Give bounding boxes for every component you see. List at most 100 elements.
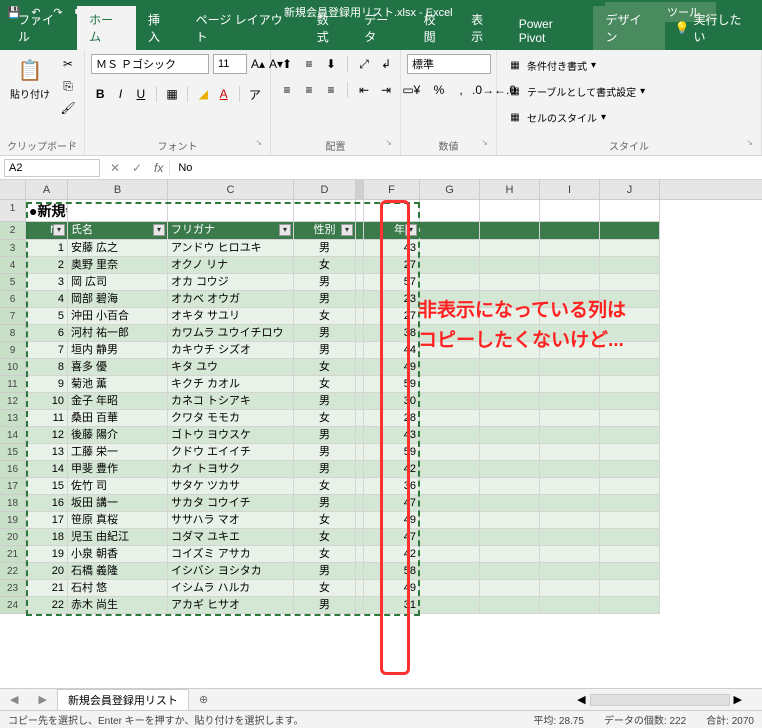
cell[interactable]: [356, 257, 364, 274]
cell[interactable]: 10: [26, 393, 68, 410]
percent-format-icon[interactable]: %: [429, 80, 449, 100]
cell[interactable]: [356, 308, 364, 325]
cell[interactable]: 甲斐 豊作: [68, 461, 168, 478]
cell[interactable]: 男: [294, 427, 356, 444]
cell[interactable]: [600, 410, 660, 427]
cell[interactable]: [600, 257, 660, 274]
cell[interactable]: 男: [294, 291, 356, 308]
cell[interactable]: [480, 512, 540, 529]
format-as-table-button[interactable]: ▦テーブルとして書式設定 ▾: [503, 80, 755, 102]
cell[interactable]: 後藤 陽介: [68, 427, 168, 444]
cell[interactable]: [480, 529, 540, 546]
cell[interactable]: [600, 478, 660, 495]
row-header[interactable]: 23: [0, 580, 26, 597]
align-middle-icon[interactable]: ≡: [299, 54, 319, 74]
cell[interactable]: [540, 444, 600, 461]
select-all-corner[interactable]: [0, 180, 26, 199]
cell[interactable]: [420, 240, 480, 257]
font-color-button[interactable]: A: [214, 84, 232, 104]
cell[interactable]: 58: [364, 563, 420, 580]
cell[interactable]: 性別▾: [294, 222, 356, 240]
cell[interactable]: 43: [364, 240, 420, 257]
cell[interactable]: [356, 325, 364, 342]
cell[interactable]: 11: [26, 410, 68, 427]
cell-styles-button[interactable]: ▦セルのスタイル ▾: [503, 106, 755, 128]
cell[interactable]: [480, 274, 540, 291]
cell[interactable]: [420, 563, 480, 580]
cell[interactable]: 22: [26, 597, 68, 614]
row-header[interactable]: 9: [0, 342, 26, 359]
cell[interactable]: カネコ トシアキ: [168, 393, 294, 410]
cell[interactable]: [540, 257, 600, 274]
cell[interactable]: 工藤 栄一: [68, 444, 168, 461]
cell[interactable]: [356, 580, 364, 597]
cell[interactable]: [356, 444, 364, 461]
cell[interactable]: [420, 325, 480, 342]
tab-powerpivot[interactable]: Power Pivot: [507, 12, 594, 50]
cell[interactable]: 女: [294, 546, 356, 563]
col-header[interactable]: G: [420, 180, 480, 199]
cell[interactable]: 男: [294, 461, 356, 478]
cell[interactable]: [420, 427, 480, 444]
cell[interactable]: 44: [364, 342, 420, 359]
row-header[interactable]: 3: [0, 240, 26, 257]
cell[interactable]: [600, 291, 660, 308]
cell[interactable]: [356, 222, 364, 240]
cell[interactable]: [600, 597, 660, 614]
col-header[interactable]: B: [68, 180, 168, 199]
cell[interactable]: フリガナ▾: [168, 222, 294, 240]
accounting-format-icon[interactable]: ¥: [407, 80, 427, 100]
cell[interactable]: [420, 512, 480, 529]
cell[interactable]: [600, 376, 660, 393]
cell[interactable]: 石村 悠: [68, 580, 168, 597]
cell[interactable]: 奥野 里奈: [68, 257, 168, 274]
col-header[interactable]: C: [168, 180, 294, 199]
cell[interactable]: 氏名▾: [68, 222, 168, 240]
bold-button[interactable]: B: [91, 84, 109, 104]
cell[interactable]: [600, 580, 660, 597]
font-name-combo[interactable]: [91, 54, 209, 74]
row-header[interactable]: 11: [0, 376, 26, 393]
sheet-nav-next-icon[interactable]: ▶: [28, 693, 56, 706]
cell[interactable]: [420, 222, 480, 240]
cell[interactable]: [420, 546, 480, 563]
cell[interactable]: 女: [294, 410, 356, 427]
cell[interactable]: [480, 359, 540, 376]
cell[interactable]: [540, 342, 600, 359]
cell[interactable]: [540, 200, 600, 222]
align-left-icon[interactable]: ≡: [277, 80, 297, 100]
cell[interactable]: 男: [294, 325, 356, 342]
format-painter-icon[interactable]: 🖌: [58, 98, 78, 118]
scroll-left-icon[interactable]: ◀: [577, 693, 585, 706]
align-center-icon[interactable]: ≡: [299, 80, 319, 100]
row-header[interactable]: 13: [0, 410, 26, 427]
cell[interactable]: [540, 546, 600, 563]
increase-indent-icon[interactable]: ⇥: [376, 80, 396, 100]
cell[interactable]: イシムラ ハルカ: [168, 580, 294, 597]
cell[interactable]: [600, 200, 660, 222]
row-header[interactable]: 17: [0, 478, 26, 495]
cell[interactable]: 沖田 小百合: [68, 308, 168, 325]
cell[interactable]: 児玉 由紀江: [68, 529, 168, 546]
cell[interactable]: 菊池 薫: [68, 376, 168, 393]
cell[interactable]: [480, 222, 540, 240]
cell[interactable]: 31: [364, 597, 420, 614]
row-header[interactable]: 10: [0, 359, 26, 376]
cell[interactable]: [600, 495, 660, 512]
cell[interactable]: [480, 546, 540, 563]
cell[interactable]: [540, 563, 600, 580]
cell[interactable]: 男: [294, 495, 356, 512]
cell[interactable]: 7: [26, 342, 68, 359]
cell[interactable]: [420, 393, 480, 410]
cell[interactable]: 喜多 優: [68, 359, 168, 376]
cell[interactable]: [356, 200, 364, 222]
cell[interactable]: 5: [26, 308, 68, 325]
cell[interactable]: [356, 529, 364, 546]
tab-table-design[interactable]: デザイン: [593, 6, 664, 50]
row-header[interactable]: 15: [0, 444, 26, 461]
cell[interactable]: [420, 291, 480, 308]
cell[interactable]: オカ コウジ: [168, 274, 294, 291]
cancel-formula-icon[interactable]: ✕: [104, 161, 126, 175]
cell[interactable]: [356, 376, 364, 393]
cell[interactable]: 13: [26, 444, 68, 461]
